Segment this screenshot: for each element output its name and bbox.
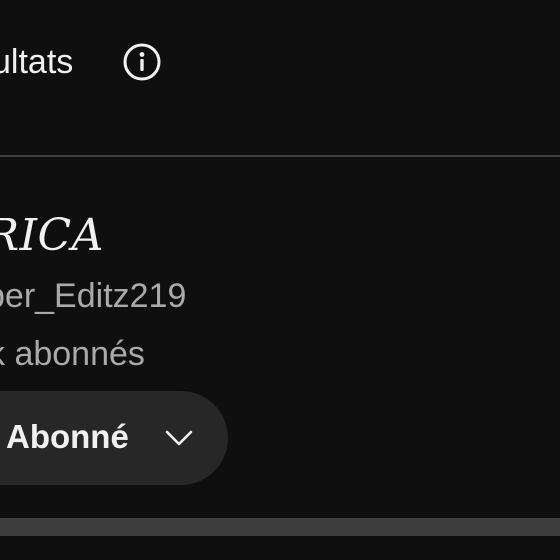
channel-result-page: ultats RICA per_Editz219 k abonnés Abonn… bbox=[0, 0, 560, 560]
subscribed-button-label: Abonné bbox=[6, 418, 129, 455]
subscriber-count: k abonnés bbox=[0, 335, 145, 373]
channel-name[interactable]: RICA bbox=[0, 208, 104, 264]
bottom-bar bbox=[0, 518, 560, 536]
section-divider bbox=[0, 155, 560, 157]
subscribed-button[interactable]: Abonné bbox=[0, 391, 228, 485]
results-label: ultats bbox=[0, 43, 74, 81]
info-icon[interactable] bbox=[122, 42, 162, 82]
channel-handle: per_Editz219 bbox=[0, 277, 187, 315]
chevron-down-icon bbox=[165, 430, 193, 446]
